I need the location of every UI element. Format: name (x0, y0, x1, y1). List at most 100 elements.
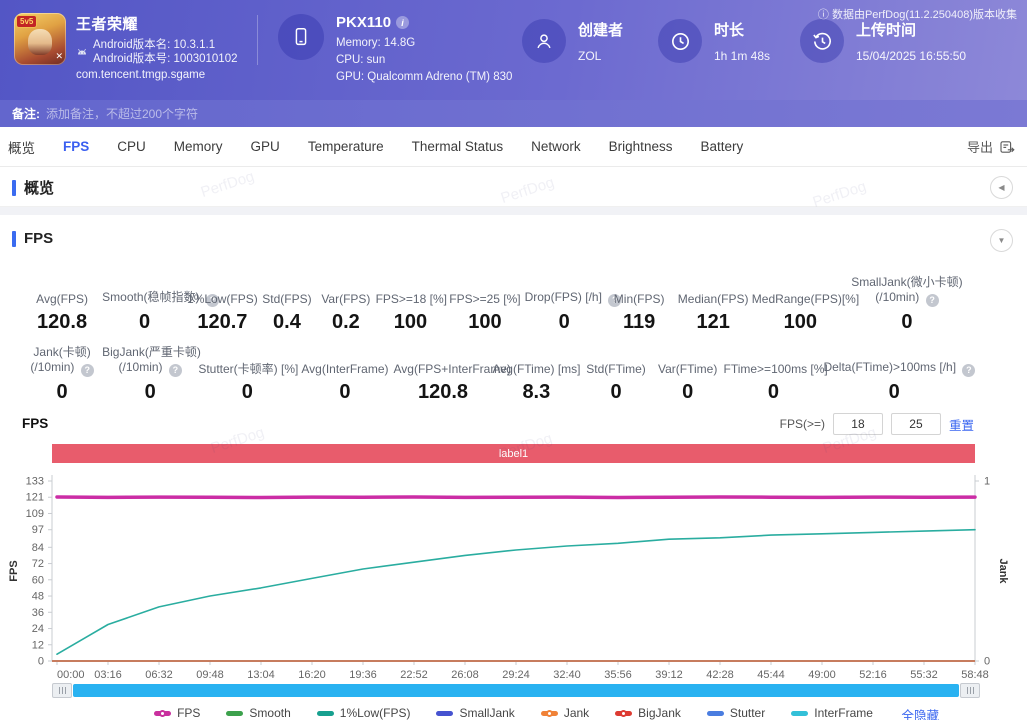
tab-brightness[interactable]: Brightness (609, 139, 673, 154)
stat-value: 0.2 (331, 311, 360, 333)
help-icon[interactable]: ? (80, 364, 94, 377)
stat-cell: Delta(FTime)>100ms [/h] ? 0 (823, 345, 976, 404)
stat-cell: Smooth(稳帧指数) ? 0 (102, 275, 219, 334)
legend-item-1-low-fps[interactable]: 1%Low(FPS) (316, 706, 410, 720)
legend-item-smalljank[interactable]: SmallJank (436, 706, 515, 720)
legend-marker (706, 710, 724, 716)
fps-threshold-min-input[interactable] (832, 413, 883, 435)
tab-memory[interactable]: Memory (174, 139, 223, 154)
tab-cpu[interactable]: CPU (117, 139, 146, 154)
svg-text:0: 0 (984, 656, 990, 668)
fps-collapse-button[interactable]: ▼ (990, 229, 1013, 252)
tab-network[interactable]: Network (531, 139, 581, 154)
stat-value: 0 (888, 381, 900, 403)
svg-text:26:08: 26:08 (451, 669, 479, 681)
svg-text:16:20: 16:20 (298, 669, 326, 681)
tab-fps[interactable]: FPS (63, 139, 89, 154)
legend-label: BigJank (638, 706, 681, 720)
stat-value: 0 (558, 311, 570, 333)
legend-item-smooth[interactable]: Smooth (226, 706, 291, 720)
help-icon[interactable]: ? (925, 294, 939, 307)
svg-text:00:00: 00:00 (57, 669, 85, 681)
chart-label-band: label1 (52, 444, 975, 463)
fps-threshold-controls: FPS(>=) 重置 (780, 413, 974, 435)
legend-label: InterFrame (814, 706, 873, 720)
reset-button[interactable]: 重置 (949, 415, 974, 434)
app-info-block: 5v5 ✕ 王者荣耀 Android版本名: 10.3.1.1 Android版… (14, 13, 238, 81)
chart-scrollbar (52, 683, 980, 698)
stat-cell: FPS>=18 [%] 100 (375, 275, 447, 334)
stat-cell: Jank(卡顿) (/10min) ? 0 (22, 345, 102, 404)
creator-value: ZOL (578, 49, 602, 63)
svg-text:09:48: 09:48 (196, 669, 224, 681)
upload-label: 上传时间 (856, 22, 917, 39)
help-icon[interactable]: ? (962, 364, 976, 377)
y-axis-right: 0 1 Jank (975, 476, 1009, 668)
overview-collapse-button[interactable]: ◀ (990, 176, 1013, 199)
stat-value: 8.3 (522, 381, 551, 403)
overview-title-row: 概览 (12, 177, 54, 198)
stat-label: Drop(FPS) [/h] ? (525, 277, 622, 307)
device-info-icon[interactable]: i (396, 16, 410, 29)
tab-item-0[interactable]: 概览 (8, 137, 35, 157)
export-button[interactable]: 导出 (967, 127, 1015, 166)
tab-battery[interactable]: Battery (700, 139, 743, 154)
header-divider (257, 15, 258, 65)
svg-text:FPS: FPS (8, 560, 20, 581)
legend-item-interframe[interactable]: InterFrame (791, 706, 873, 720)
legend-item-fps[interactable]: FPS (154, 706, 200, 720)
legend-item-bigjank[interactable]: BigJank (615, 706, 681, 720)
fps-threshold-max-input[interactable] (890, 413, 941, 435)
svg-text:45:44: 45:44 (757, 669, 785, 681)
legend-label: Stutter (729, 706, 766, 720)
fps-chart-title: FPS (22, 416, 49, 431)
legend-item-jank[interactable]: Jank (540, 706, 589, 720)
svg-text:121: 121 (26, 492, 44, 504)
help-icon[interactable]: ? (168, 364, 182, 377)
legend-marker (316, 710, 334, 716)
stat-cell: Avg(FTime) [ms] 8.3 (493, 345, 581, 404)
tab-thermal-status[interactable]: Thermal Status (412, 139, 504, 154)
app-package: com.tencent.tmgp.sgame (76, 69, 206, 81)
svg-text:52:16: 52:16 (859, 669, 887, 681)
svg-text:97: 97 (32, 524, 44, 536)
stat-value: 0 (139, 311, 151, 333)
device-cpu: CPU: sun (336, 54, 386, 66)
section-accent-bar (12, 179, 16, 196)
stat-cell: Var(FTime) 0 (652, 345, 724, 404)
android-version-lines: Android版本名: 10.3.1.1 Android版本号: 1003010… (93, 38, 238, 66)
scrollbar-left-handle[interactable] (52, 683, 72, 698)
note-bar[interactable]: 备注: 添加备注，不超过200个字符 (0, 100, 1027, 127)
stat-cell: FPS>=25 [%] 100 (445, 275, 524, 334)
tab-temperature[interactable]: Temperature (308, 139, 384, 154)
metric-tab-bar: 概览 FPS CPU Memory GPU Temperature Thermal Stat… (0, 127, 1027, 167)
series-line-1-low-fps (56, 528, 976, 655)
export-label: 导出 (966, 140, 993, 155)
device-gpu: GPU: Qualcomm Adreno (TM) 830 (336, 71, 513, 83)
fps-filter-label: FPS(>=) (779, 417, 825, 431)
duration-value: 1h 1m 48s (714, 49, 771, 63)
stat-label: SmallJank(微小卡顿) (/10min) ? (851, 275, 963, 307)
stat-label: Var(FPS) (321, 292, 371, 306)
legend-marker (154, 709, 172, 717)
series-line-fps (55, 495, 977, 500)
svg-text:49:00: 49:00 (808, 669, 836, 681)
legend-item-stutter[interactable]: Stutter (706, 706, 766, 720)
stat-label: FTime>=100ms [%] (723, 362, 828, 376)
stat-value: 120.8 (417, 381, 469, 403)
stat-label: Jank(卡顿) (/10min) ? (22, 345, 102, 377)
svg-text:03:16: 03:16 (94, 669, 122, 681)
fps-title-row: FPS (12, 230, 53, 247)
fps-section: FPS ▼ Avg(FPS) 120.8 Smooth(稳帧指数) ? 0 1%Low(… (0, 215, 1027, 720)
stat-label: FPS>=18 [%] (375, 292, 447, 306)
scrollbar-track[interactable] (73, 684, 959, 697)
stat-label: Avg(FPS+InterFrame) (393, 362, 511, 376)
scrollbar-right-handle[interactable] (960, 683, 980, 698)
stat-value: 0.4 (273, 311, 301, 333)
tab-gpu[interactable]: GPU (251, 139, 280, 154)
stat-cell: SmallJank(微小卡顿) (/10min) ? 0 (849, 275, 965, 334)
svg-text:39:12: 39:12 (655, 669, 683, 681)
stat-value: 120.7 (197, 311, 248, 333)
upload-time-block: 上传时间 15/04/2025 16:55:50 (800, 19, 966, 63)
hide-all-button[interactable]: 全隐藏 (901, 705, 939, 720)
